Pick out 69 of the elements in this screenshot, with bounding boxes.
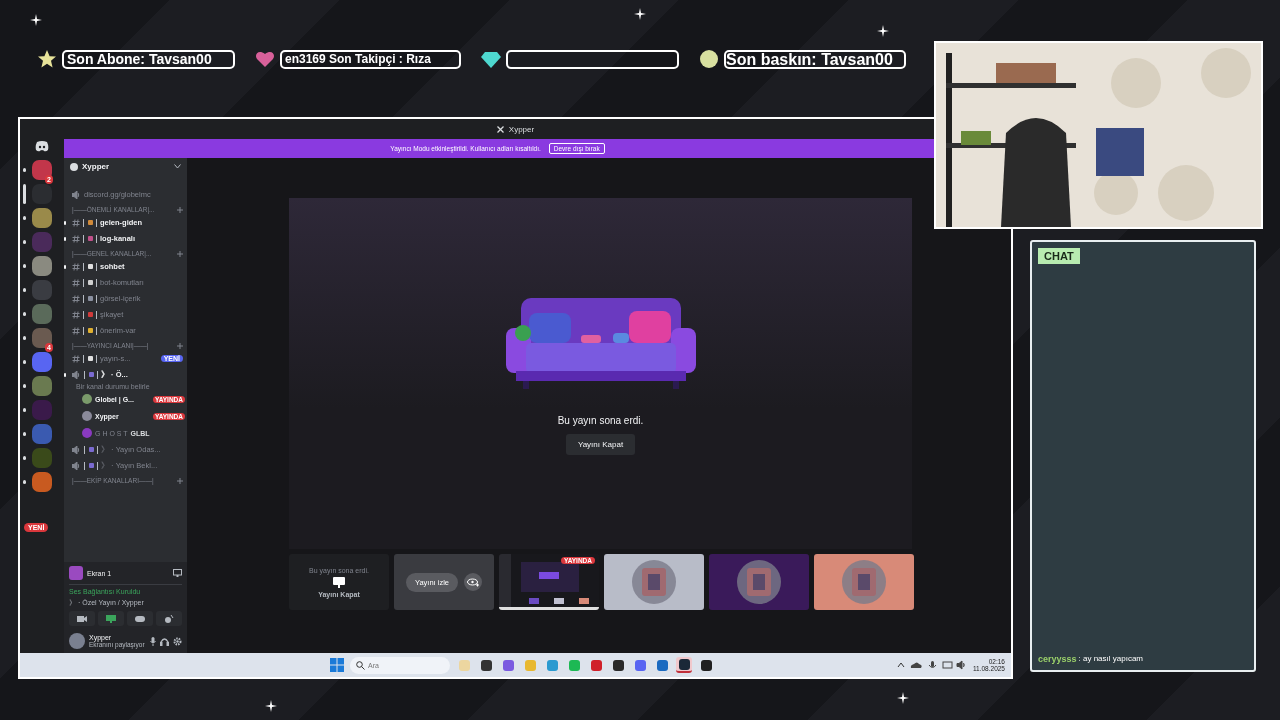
server-icon[interactable] xyxy=(32,328,52,348)
stream-ended-message: Bu yayın sona erdi. xyxy=(557,414,644,426)
chat-username: ceryysss xyxy=(1038,654,1077,664)
hash-icon xyxy=(72,294,80,303)
window-title: Xypper xyxy=(508,124,535,134)
user-avatar[interactable] xyxy=(69,633,85,649)
system-tray-drawing[interactable] xyxy=(896,660,967,670)
monitor-icon xyxy=(106,614,116,623)
app-icon[interactable] xyxy=(676,657,692,673)
sparkle-icon xyxy=(877,25,889,37)
hash-icon xyxy=(72,262,80,271)
activity-button[interactable] xyxy=(127,611,153,626)
add-channel-icon[interactable] xyxy=(177,250,183,257)
x-logo-icon xyxy=(496,125,504,133)
soundboard-button[interactable] xyxy=(156,611,182,626)
server-icon xyxy=(70,162,78,171)
server-icon[interactable] xyxy=(32,208,52,228)
hash-icon xyxy=(72,310,80,319)
ticker-box: Son Abone: Tavsan00 xyxy=(62,49,235,69)
sparkle-icon xyxy=(30,14,42,26)
ticker-box: en3169 Son Takipçi : Rıza xyxy=(280,49,461,69)
camera-icon xyxy=(77,614,87,623)
settings-icon[interactable] xyxy=(173,636,182,646)
gamepad-icon xyxy=(135,614,145,623)
sparkle-icon xyxy=(897,692,909,704)
server-icon[interactable] xyxy=(32,304,52,324)
speaker-icon xyxy=(72,461,81,470)
chat-title: CHAT xyxy=(1038,248,1080,264)
ticker-box: Son baskın: Tavsan00 xyxy=(724,49,906,69)
server-icon[interactable] xyxy=(32,376,52,396)
app-icon[interactable] xyxy=(698,657,714,673)
discord-icon[interactable] xyxy=(35,141,49,152)
app-icon[interactable] xyxy=(478,657,494,673)
chat-message: : ay nasıl yapıcam xyxy=(1078,654,1144,664)
camera-button[interactable] xyxy=(69,611,95,626)
eye-plus-icon[interactable] xyxy=(464,573,482,591)
speaker-icon xyxy=(72,370,81,379)
add-channel-icon[interactable] xyxy=(177,342,183,349)
server-icon[interactable] xyxy=(32,424,52,444)
add-channel-icon[interactable] xyxy=(177,477,183,484)
server-icon[interactable] xyxy=(32,472,52,492)
heart-icon xyxy=(255,49,275,69)
app-icon[interactable] xyxy=(610,657,626,673)
microphone-icon[interactable] xyxy=(150,636,156,646)
sparkle-icon xyxy=(634,8,646,20)
server-icon[interactable] xyxy=(32,160,52,180)
hash-icon xyxy=(72,278,80,287)
hash-icon xyxy=(72,218,80,227)
server-icon[interactable] xyxy=(32,352,52,372)
chevron-icon[interactable] xyxy=(174,164,181,169)
headphones-icon[interactable] xyxy=(160,636,169,646)
gem-icon xyxy=(481,49,501,69)
monitor-icon[interactable] xyxy=(173,569,182,577)
sparkle-icon xyxy=(265,700,277,712)
screen-share-button[interactable] xyxy=(98,611,124,626)
hash-icon xyxy=(72,234,80,243)
close-stream-button[interactable]: Yayını Kapat xyxy=(565,433,636,455)
monitor-icon xyxy=(333,576,345,588)
hash-icon xyxy=(72,326,80,335)
soundboard-icon xyxy=(164,614,174,623)
server-icon[interactable] xyxy=(32,256,52,276)
hash-icon xyxy=(72,354,80,363)
speaker-icon xyxy=(72,445,81,454)
star-icon xyxy=(37,49,57,69)
screen-avatar xyxy=(69,566,83,580)
speaker-icon xyxy=(72,190,81,199)
add-channel-icon[interactable] xyxy=(177,206,183,213)
server-name[interactable]: Xypper xyxy=(82,162,110,171)
coin-icon xyxy=(699,49,719,69)
